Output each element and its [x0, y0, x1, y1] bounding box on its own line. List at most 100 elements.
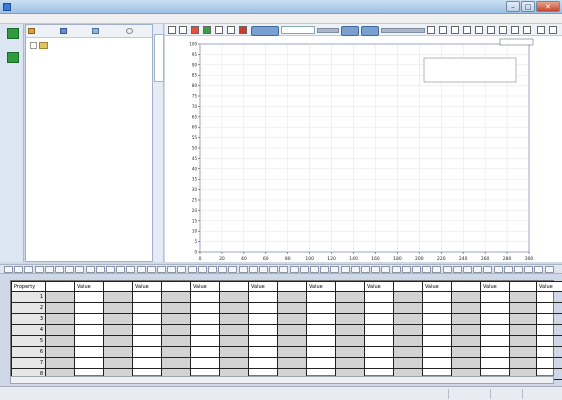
grid-tab[interactable]: [167, 266, 177, 273]
rail-button-open[interactable]: [3, 28, 21, 48]
print-icon[interactable]: [215, 26, 223, 34]
value-cell[interactable]: [74, 291, 104, 303]
value-cell[interactable]: [364, 313, 394, 325]
grid-tab[interactable]: [95, 266, 105, 273]
value-cell[interactable]: [422, 313, 452, 325]
name-cell[interactable]: [393, 313, 423, 325]
name-cell[interactable]: [335, 335, 365, 347]
value-cell[interactable]: [248, 346, 278, 358]
tree-add-button[interactable]: [28, 27, 37, 35]
range-slider[interactable]: [381, 28, 425, 33]
name-cell[interactable]: [509, 357, 537, 369]
value-cell[interactable]: [248, 335, 278, 347]
grid-tab[interactable]: [208, 266, 217, 273]
value-cell[interactable]: [422, 346, 452, 358]
value-cell[interactable]: [74, 324, 104, 336]
tree-delete-button[interactable]: [92, 27, 101, 35]
value-cell[interactable]: [306, 302, 336, 314]
value-cell[interactable]: [422, 291, 452, 303]
grid-tab[interactable]: [299, 266, 309, 273]
grid-tab[interactable]: [157, 266, 166, 273]
grid-tab[interactable]: [524, 266, 534, 273]
grid-tab[interactable]: [218, 266, 228, 273]
value-cell[interactable]: [536, 357, 562, 369]
grid-tab[interactable]: [136, 266, 146, 273]
name-cell[interactable]: [509, 302, 537, 314]
grid-tab[interactable]: [493, 266, 503, 273]
grid-tab[interactable]: [381, 266, 391, 273]
name-cell[interactable]: [393, 357, 423, 369]
grid-tab[interactable]: [24, 266, 34, 273]
tree-edit-button[interactable]: [60, 27, 69, 35]
grid-tab[interactable]: [463, 266, 472, 273]
value-cell[interactable]: [364, 302, 394, 314]
value-cell[interactable]: [190, 324, 220, 336]
rail-button-save[interactable]: [3, 52, 21, 72]
grid-tab[interactable]: [473, 266, 483, 273]
close-button[interactable]: ✕: [536, 1, 560, 12]
name-cell[interactable]: [277, 346, 307, 358]
value-cell[interactable]: [306, 324, 336, 336]
grid-tab[interactable]: [422, 266, 432, 273]
value-cell[interactable]: [480, 302, 510, 314]
grid-tab[interactable]: [259, 266, 268, 273]
value-cell[interactable]: [74, 357, 104, 369]
value-cell[interactable]: [422, 335, 452, 347]
zoom-combo[interactable]: [281, 26, 315, 34]
name-cell[interactable]: [509, 346, 537, 358]
name-cell[interactable]: [451, 346, 481, 358]
value-cell[interactable]: [536, 324, 562, 336]
grid-tab[interactable]: [483, 266, 493, 273]
grid-tab[interactable]: [503, 266, 513, 273]
value-cell[interactable]: [536, 313, 562, 325]
grid-tab[interactable]: [55, 266, 64, 273]
value-cell[interactable]: [248, 313, 278, 325]
grid-tab[interactable]: [350, 266, 360, 273]
name-cell[interactable]: [45, 335, 75, 347]
legend-dropdown[interactable]: [499, 38, 534, 46]
grid-tab[interactable]: [514, 266, 523, 273]
fit-icon[interactable]: [451, 26, 459, 34]
help-icon[interactable]: [537, 26, 545, 34]
name-cell[interactable]: [103, 291, 133, 303]
settings-icon[interactable]: [523, 26, 531, 34]
grid-tab[interactable]: [340, 266, 350, 273]
name-cell[interactable]: [219, 357, 249, 369]
value-cell[interactable]: [248, 357, 278, 369]
value-cell[interactable]: [190, 302, 220, 314]
name-cell[interactable]: [509, 335, 537, 347]
grid-tab[interactable]: [371, 266, 381, 273]
zoom-slider[interactable]: [317, 28, 339, 33]
name-cell[interactable]: [103, 324, 133, 336]
value-cell[interactable]: [306, 346, 336, 358]
name-cell[interactable]: [393, 346, 423, 358]
name-cell[interactable]: [277, 291, 307, 303]
value-cell[interactable]: [190, 335, 220, 347]
grid-tab[interactable]: [442, 266, 452, 273]
value-cell[interactable]: [190, 357, 220, 369]
name-cell[interactable]: [45, 302, 75, 314]
grid-tab[interactable]: [412, 266, 421, 273]
value-cell[interactable]: [74, 313, 104, 325]
value-cell[interactable]: [536, 346, 562, 358]
value-cell[interactable]: [190, 291, 220, 303]
grid-tab[interactable]: [177, 266, 187, 273]
value-cell[interactable]: [536, 302, 562, 314]
name-cell[interactable]: [161, 291, 191, 303]
excel-icon[interactable]: [203, 26, 211, 34]
grid-tab[interactable]: [248, 266, 258, 273]
value-cell[interactable]: [364, 291, 394, 303]
grid-tab[interactable]: [197, 266, 207, 273]
grid-tab[interactable]: [289, 266, 299, 273]
grid-tab[interactable]: [361, 266, 370, 273]
name-cell[interactable]: [103, 335, 133, 347]
name-cell[interactable]: [335, 313, 365, 325]
value-cell[interactable]: [132, 346, 162, 358]
name-cell[interactable]: [161, 324, 191, 336]
name-cell[interactable]: [277, 313, 307, 325]
horizontal-scrollbar[interactable]: [10, 376, 554, 384]
close-chart-icon[interactable]: [549, 26, 557, 34]
value-cell[interactable]: [132, 324, 162, 336]
value-cell[interactable]: [132, 313, 162, 325]
grid-tab[interactable]: [401, 266, 411, 273]
